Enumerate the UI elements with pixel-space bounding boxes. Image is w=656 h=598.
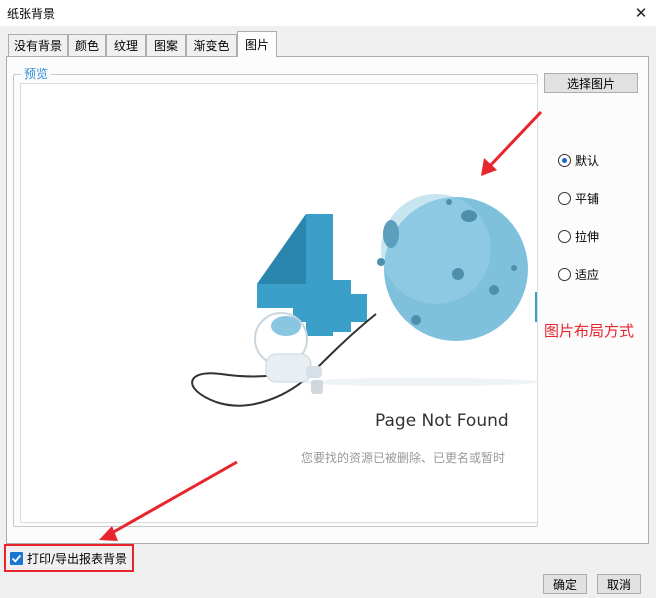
select-image-button[interactable]: 选择图片 (544, 73, 638, 93)
print-background-checkbox[interactable]: 打印/导出报表背景 (4, 544, 134, 572)
radio-stretch[interactable]: 拉伸 (558, 228, 599, 245)
ground-shadow (301, 378, 537, 386)
radio-selected-dot (562, 158, 567, 163)
radio-circle[interactable] (558, 230, 571, 243)
radio-fit[interactable]: 适应 (558, 266, 599, 283)
radio-circle[interactable] (558, 154, 571, 167)
radio-label-default: 默认 (575, 154, 600, 168)
tab-pattern[interactable]: 图案 (146, 34, 186, 56)
tab-texture[interactable]: 纹理 (106, 34, 146, 56)
tab-no-background[interactable]: 没有背景 (8, 34, 68, 56)
digit-edge (535, 292, 537, 322)
title-bar: 纸张背景 ✕ (0, 0, 656, 26)
window-title: 纸张背景 (7, 7, 56, 21)
tab-color[interactable]: 颜色 (68, 34, 106, 56)
annotation-label: 图片布局方式 (544, 322, 635, 340)
page-not-found-subtitle: 您要找的资源已被删除、已更名或暂时 (301, 451, 506, 465)
close-icon[interactable]: ✕ (630, 2, 652, 24)
radio-circle[interactable] (558, 268, 571, 281)
tab-picture[interactable]: 图片 (237, 31, 277, 57)
planet-icon (377, 194, 528, 341)
tab-gradient[interactable]: 渐变色 (186, 34, 237, 56)
page-not-found-title: Page Not Found (375, 411, 509, 431)
radio-label-stretch: 拉伸 (575, 230, 600, 244)
cancel-button[interactable]: 取消 (597, 574, 641, 594)
checkbox-label: 打印/导出报表背景 (27, 551, 128, 566)
radio-tile[interactable]: 平铺 (558, 190, 599, 207)
preview-area: Page Not Found 您要找的资源已被删除、已更名或暂时 (20, 83, 538, 523)
checkmark-icon (11, 554, 22, 563)
preview-legend: 预览 (21, 65, 52, 82)
ok-button[interactable]: 确定 (543, 574, 587, 594)
radio-label-tile: 平铺 (575, 192, 600, 206)
radio-label-fit: 适应 (575, 268, 600, 282)
radio-circle[interactable] (558, 192, 571, 205)
radio-default[interactable]: 默认 (558, 152, 599, 169)
checkbox-box[interactable] (10, 551, 23, 565)
